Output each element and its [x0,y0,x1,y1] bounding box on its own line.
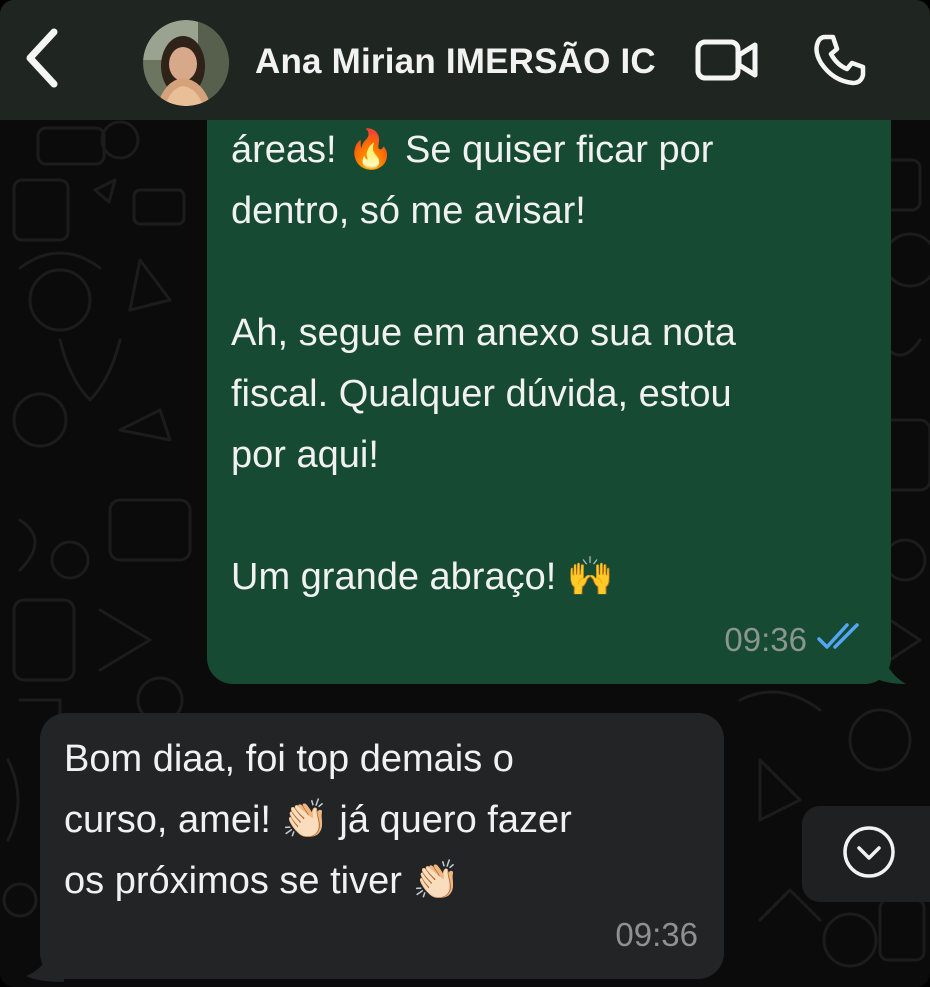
message-line: curso, amei! 👏🏻 já quero fazer [64,799,572,841]
back-button[interactable] [14,24,70,96]
chevron-down-circle-icon [841,824,897,885]
double-check-read-icon [817,609,867,670]
chat-header: Ana Mirian IMERSÃO IC [0,0,930,120]
scroll-to-bottom-button[interactable] [802,806,930,902]
outgoing-message-bubble[interactable]: áreas! 🔥 Se quiser ficar por dentro, só … [207,100,891,684]
message-line: dentro, só me avisar! [231,190,586,232]
video-call-button[interactable] [693,39,761,86]
message-line: áreas! 🔥 Se quiser ficar por [231,129,714,171]
phone-icon [813,33,867,92]
message-line: os próximos se tiver 👏🏻 [64,860,460,902]
message-spacer [231,486,871,547]
message-line: Ah, segue em anexo sua nota [231,312,736,354]
contact-avatar[interactable] [143,20,229,106]
message-line: Bom diaa, foi top demais o [64,738,514,780]
message-line: fiscal. Qualquer dúvida, estou [231,373,732,415]
contact-name[interactable]: Ana Mirian IMERSÃO IC [255,42,656,82]
chevron-left-icon [22,26,62,95]
message-line: Um grande abraço! 🙌 [231,556,615,598]
message-time: 09:36 [724,620,807,658]
voice-call-button[interactable] [812,34,868,90]
message-meta: 09:36 [724,609,867,670]
video-camera-icon [695,39,759,86]
incoming-message-bubble[interactable]: Bom diaa, foi top demais o curso, amei! … [40,713,724,979]
message-time: 09:36 [615,916,698,953]
chat-screen: Ana Mirian IMERSÃO IC áreas! 🔥 Se quiser… [0,0,930,987]
message-line: por aqui! [231,434,379,476]
message-spacer [231,242,871,303]
message-meta: 09:36 [615,904,698,965]
